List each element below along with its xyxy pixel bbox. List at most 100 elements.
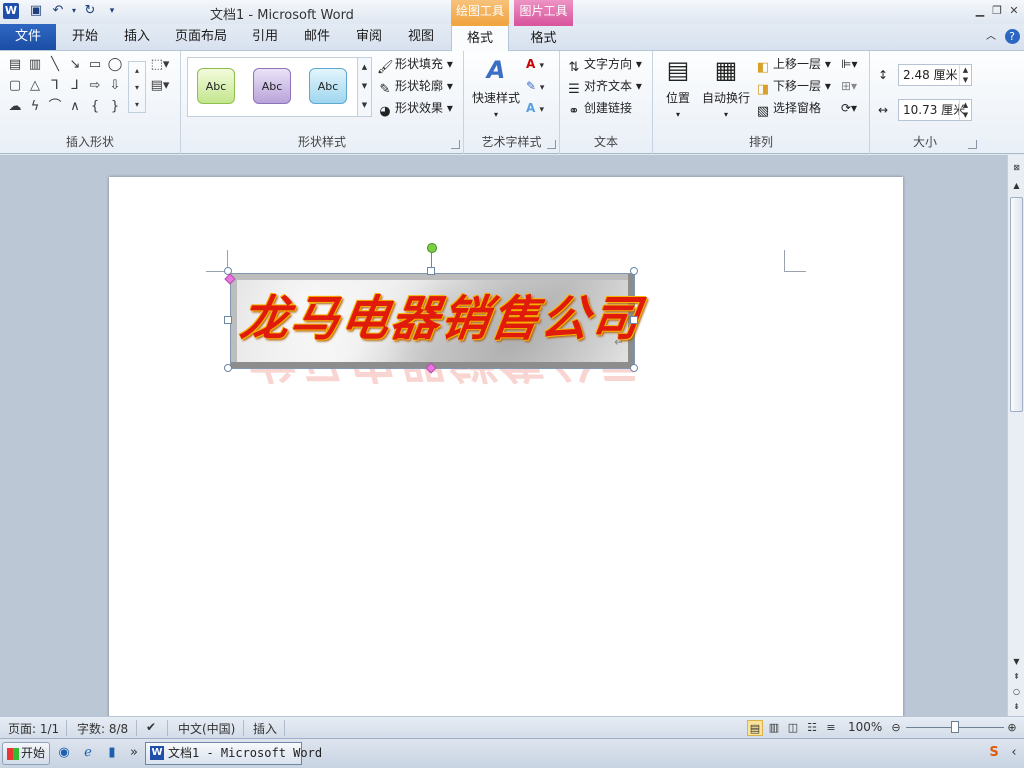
text-outline-icon[interactable]: ✎ ▾ bbox=[526, 76, 544, 96]
resize-handle-left[interactable] bbox=[224, 316, 232, 324]
curve-icon[interactable]: ⌒ bbox=[46, 99, 64, 115]
vertical-text-box-icon[interactable]: ▥ bbox=[26, 57, 44, 73]
word-app-icon[interactable]: W bbox=[3, 3, 19, 19]
shape-style-blue[interactable]: Abc bbox=[309, 68, 347, 104]
ruler-toggle-icon[interactable]: ⊠ bbox=[1009, 161, 1024, 175]
resize-handle-top[interactable] bbox=[427, 267, 435, 275]
web-layout-icon[interactable]: ◫ bbox=[785, 720, 801, 736]
resize-handle-top-right[interactable] bbox=[630, 267, 638, 275]
wordart-launcher-icon[interactable] bbox=[547, 140, 556, 149]
zoom-level[interactable]: 100% bbox=[848, 720, 882, 734]
shape-width-input[interactable]: 10.73 厘米 ▲ ▼ bbox=[898, 99, 972, 121]
right-arrow-icon[interactable]: ⇨ bbox=[86, 78, 104, 94]
shape-fill-button[interactable]: 🖌形状填充 ▾ bbox=[377, 54, 453, 75]
resize-handle-right[interactable] bbox=[630, 316, 638, 324]
help-icon[interactable]: ? bbox=[1004, 24, 1020, 50]
language-indicator[interactable]: 中文(中国) bbox=[178, 720, 235, 737]
redo-icon[interactable]: ↻ bbox=[82, 3, 98, 19]
shape-style-gallery-scroll[interactable]: ▲ ▼ ▼ bbox=[357, 58, 371, 116]
close-button[interactable]: ✕ bbox=[1006, 4, 1022, 18]
print-layout-view-icon[interactable]: ▤ bbox=[747, 720, 763, 736]
internet-explorer-icon[interactable]: ℯ bbox=[80, 745, 96, 761]
rounded-rect-icon[interactable]: ▢ bbox=[6, 78, 24, 94]
create-link-button[interactable]: ⚭ 创建链接 bbox=[566, 98, 632, 119]
freeform-icon[interactable]: ∧ bbox=[66, 99, 84, 115]
height-spinner[interactable]: ▲ ▼ bbox=[959, 65, 971, 85]
next-page-icon[interactable]: ⇟ bbox=[1009, 700, 1024, 714]
size-launcher-icon[interactable] bbox=[968, 140, 977, 149]
tab-review[interactable]: 审阅 bbox=[350, 24, 388, 50]
tab-page-layout[interactable]: 页面布局 bbox=[172, 24, 230, 50]
minimize-ribbon-icon[interactable]: ︿ bbox=[984, 24, 998, 50]
elbow-connector-icon[interactable]: ⅂ bbox=[46, 78, 64, 94]
selection-pane-button[interactable]: ▧ 选择窗格 bbox=[755, 98, 821, 119]
bring-forward-button[interactable]: ◧ 上移一层 ▾ bbox=[755, 54, 831, 75]
tab-view[interactable]: 视图 bbox=[402, 24, 440, 50]
triangle-icon[interactable]: △ bbox=[26, 78, 44, 94]
tab-home[interactable]: 开始 bbox=[66, 24, 104, 50]
start-button[interactable]: 开始 bbox=[2, 742, 50, 765]
text-effects-icon[interactable]: A ▾ bbox=[526, 98, 544, 118]
rectangle-icon[interactable]: ▭ bbox=[86, 57, 104, 73]
rotate-icon[interactable]: ⟳▾ bbox=[841, 98, 857, 118]
media-player-icon[interactable]: ▮ bbox=[104, 745, 120, 761]
shape-style-purple[interactable]: Abc bbox=[253, 68, 291, 104]
text-fill-icon[interactable]: A ▾ bbox=[526, 54, 544, 74]
scrollbar-thumb[interactable] bbox=[1010, 197, 1023, 412]
draft-view-icon[interactable]: ≡ bbox=[823, 720, 839, 736]
oval-icon[interactable]: ◯ bbox=[106, 57, 124, 73]
insert-mode-indicator[interactable]: 插入 bbox=[253, 720, 277, 737]
customize-quick-access-icon[interactable]: ▾ bbox=[104, 3, 120, 19]
input-method-icon[interactable]: S bbox=[986, 745, 1002, 761]
send-backward-button[interactable]: ◨ 下移一层 ▾ bbox=[755, 76, 831, 97]
zoom-slider-thumb[interactable] bbox=[951, 721, 959, 733]
tab-insert[interactable]: 插入 bbox=[118, 24, 156, 50]
arrow-line-icon[interactable]: ↘ bbox=[66, 57, 84, 73]
undo-dropdown-icon[interactable]: ▾ bbox=[66, 3, 82, 19]
shape-outline-button[interactable]: ✎ 形状轮廓 ▾ bbox=[377, 76, 453, 97]
show-desktop-icon[interactable]: ◉ bbox=[56, 745, 72, 761]
wordart-text[interactable]: 龙马电器销售公司 bbox=[236, 284, 645, 354]
outline-view-icon[interactable]: ☷ bbox=[804, 720, 820, 736]
elbow-arrow-icon[interactable]: ⅃ bbox=[66, 78, 84, 94]
resize-handle-bottom-right[interactable] bbox=[630, 364, 638, 372]
edit-shape-icon[interactable]: ⬚▾ bbox=[148, 57, 172, 73]
wordart-shape[interactable]: 龙马电器销售公司 bbox=[230, 273, 645, 369]
wrap-text-button[interactable]: ▦ 自动换行 ▾ bbox=[701, 55, 751, 120]
shapes-gallery-scroll[interactable]: ▴ ▾ ▾ bbox=[128, 61, 146, 113]
document-page[interactable]: 龙马电器销售公司 龙马电器销售公司 ↵ bbox=[109, 177, 903, 716]
zoom-in-icon[interactable]: ⊕ bbox=[1004, 720, 1020, 736]
zoom-out-icon[interactable]: ⊖ bbox=[888, 720, 904, 736]
shape-height-input[interactable]: 2.48 厘米 ▲ ▼ bbox=[898, 64, 972, 86]
previous-page-icon[interactable]: ⇞ bbox=[1009, 670, 1024, 684]
align-text-button[interactable]: ☰ 对齐文本 ▾ bbox=[566, 76, 642, 97]
position-button[interactable]: ▤ 位置 ▾ bbox=[659, 55, 697, 120]
restore-button[interactable]: ❐ bbox=[989, 4, 1005, 18]
text-direction-button[interactable]: ⇅ 文字方向 ▾ bbox=[566, 54, 642, 75]
rotation-handle[interactable] bbox=[427, 243, 437, 253]
tab-mailings[interactable]: 邮件 bbox=[298, 24, 336, 50]
align-icon[interactable]: ⊫▾ bbox=[841, 54, 857, 74]
quick-styles-button[interactable]: A 快速样式 ▾ bbox=[468, 55, 524, 120]
full-screen-reading-icon[interactable]: ▥ bbox=[766, 720, 782, 736]
vertical-scrollbar[interactable]: ⊠ ▲ ▼ ⇞ ○ ⇟ bbox=[1007, 155, 1024, 716]
quick-launch-more-icon[interactable]: » bbox=[126, 745, 142, 761]
group-icon[interactable]: ⊞▾ bbox=[841, 76, 857, 96]
tab-file[interactable]: 文件 bbox=[0, 24, 56, 50]
down-arrow-icon[interactable]: ⇩ bbox=[106, 78, 124, 94]
taskbar-word-window[interactable]: W 文档1 - Microsoft Word bbox=[145, 742, 322, 765]
browse-object-icon[interactable]: ○ bbox=[1009, 685, 1024, 699]
undo-icon[interactable]: ↶ bbox=[50, 3, 66, 19]
shape-effects-button[interactable]: ◕ 形状效果 ▾ bbox=[377, 98, 453, 119]
tray-expand-icon[interactable]: ‹ bbox=[1006, 745, 1022, 761]
minimize-button[interactable]: ▁ bbox=[972, 4, 988, 18]
save-icon[interactable]: ▣ bbox=[28, 3, 44, 19]
word-count[interactable]: 字数: 8/8 bbox=[77, 720, 128, 737]
text-box-icon[interactable]: ▤ bbox=[6, 57, 24, 73]
width-spinner[interactable]: ▲ ▼ bbox=[959, 100, 971, 120]
shape-style-green[interactable]: Abc bbox=[197, 68, 235, 104]
draw-text-box-icon[interactable]: ▤▾ bbox=[148, 78, 172, 94]
lightning-icon[interactable]: ϟ bbox=[26, 99, 44, 115]
tab-drawing-format[interactable]: 格式 bbox=[451, 24, 509, 51]
shape-styles-launcher-icon[interactable] bbox=[451, 140, 460, 149]
